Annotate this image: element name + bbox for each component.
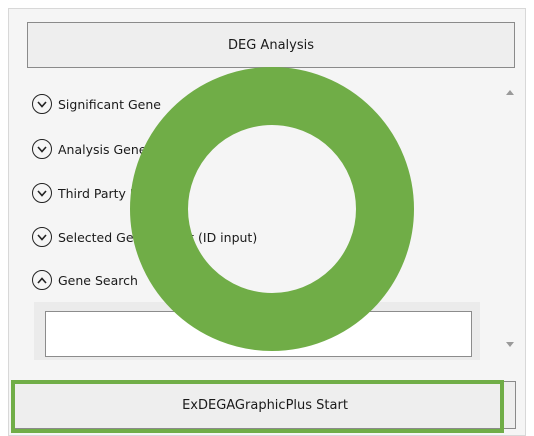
chevron-down-icon[interactable]	[32, 183, 52, 203]
section-third-party-export[interactable]: Third Party Export	[32, 181, 171, 205]
deg-analysis-button[interactable]: DEG Analysis	[27, 22, 515, 68]
section-label: Analysis Gene	[58, 141, 147, 157]
vertical-scrollbar[interactable]	[503, 84, 517, 358]
chevron-down-icon[interactable]	[32, 94, 52, 114]
section-gene-search[interactable]: Gene Search	[32, 268, 138, 292]
start-button[interactable]: ExDEGAGraphicPlus Start	[14, 381, 516, 429]
chevron-down-icon[interactable]	[32, 139, 52, 159]
section-label: Significant Gene	[58, 96, 161, 112]
section-label: Selected Gene Export (ID input)	[58, 229, 258, 245]
chevron-down-icon[interactable]	[32, 227, 52, 247]
section-label: Gene Search	[58, 272, 138, 288]
start-button-label: ExDEGAGraphicPlus Start	[182, 397, 348, 413]
scroll-down-icon[interactable]	[506, 342, 514, 347]
section-significant-gene[interactable]: Significant Gene	[32, 92, 161, 116]
section-selected-gene-export[interactable]: Selected Gene Export (ID input)	[32, 225, 257, 249]
deg-analysis-label: DEG Analysis	[228, 37, 314, 53]
section-label: Third Party Export	[58, 185, 171, 201]
scroll-up-icon[interactable]	[506, 90, 514, 95]
chevron-up-icon[interactable]	[32, 270, 52, 290]
gene-search-input[interactable]	[45, 311, 472, 357]
section-analysis-gene[interactable]: Analysis Gene	[32, 137, 146, 161]
